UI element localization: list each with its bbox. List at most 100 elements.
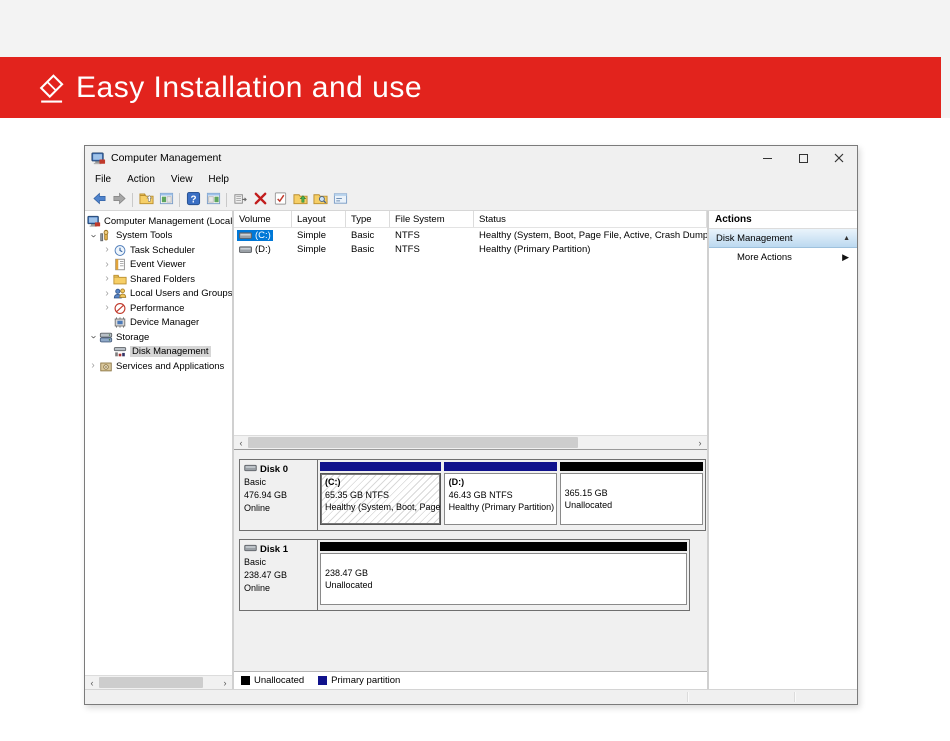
export-list-icon [233,191,248,209]
scroll-right-arrow[interactable]: › [218,676,232,690]
partition-info-box[interactable]: 365.15 GBUnallocated [560,473,704,525]
partition-color-strip [320,462,441,471]
tree-item-system-tools[interactable]: ›System Tools [85,229,232,244]
folder-up-button[interactable] [136,191,156,209]
back-arrow-button[interactable] [89,191,109,209]
scrollbar-thumb[interactable] [99,677,203,688]
maximize-icon [799,154,808,163]
tree-item-storage[interactable]: ›Storage [85,330,232,345]
close-icon [834,153,844,163]
help-icon: ? [186,191,201,209]
export-list-button[interactable] [230,191,250,209]
column-header-layout[interactable]: Layout [292,211,346,227]
partition-status: Unallocated [325,579,682,592]
tree-item-performance[interactable]: › Performance [85,301,232,316]
forward-arrow-icon [112,191,127,209]
volume-row-c[interactable]: (C:)SimpleBasicNTFSHealthy (System, Boot… [234,228,707,242]
disk-row-disk-1[interactable]: Disk 1Basic238.47 GBOnline238.47 GBUnall… [239,539,690,611]
help-button[interactable]: ? [183,191,203,209]
disk-label-box[interactable]: Disk 1Basic238.47 GBOnline [240,540,318,610]
partition-size: 365.15 GB [565,487,699,500]
partition-color-strip [444,462,557,471]
action-pane-button[interactable] [203,191,223,209]
column-header-status[interactable]: Status [474,211,707,227]
status-bar [85,689,857,704]
column-header-file-system[interactable]: File System [390,211,474,227]
tree-item-disk-management[interactable]: Disk Management [85,345,232,360]
tree-item-device-manager[interactable]: Device Manager [85,316,232,331]
chevron-expanded-icon[interactable]: › [88,230,98,242]
task-scheduler-icon [113,244,127,257]
disk-label-box[interactable]: Disk 0Basic476.94 GBOnline [240,460,318,530]
legend-primary-partition: Primary partition [318,675,400,686]
menu-file[interactable]: File [87,172,119,187]
collapse-icon[interactable]: ▲ [843,235,850,242]
tree-horizontal-scrollbar: ‹ › [85,675,232,689]
partition-info-box[interactable]: 238.47 GBUnallocated [320,553,687,605]
delete-button[interactable] [250,191,270,209]
chevron-expanded-icon[interactable]: › [88,331,98,343]
tree-item-local-users-and-groups[interactable]: › Local Users and Groups [85,287,232,302]
chevron-collapsed-icon[interactable]: › [101,274,113,284]
partition-color-strip [560,462,704,471]
properties-check-button[interactable] [270,191,290,209]
partition-d[interactable]: (D:)46.43 GB NTFSHealthy (Primary Partit… [444,462,557,525]
disk-type: Basic [244,476,313,489]
status-divider [687,692,688,702]
disk-status: Online [244,502,313,515]
scroll-left-arrow[interactable]: ‹ [234,436,248,450]
volume-row-d[interactable]: (D:)SimpleBasicNTFSHealthy (Primary Part… [234,242,707,256]
more-actions-label: More Actions [737,252,792,263]
column-header-type[interactable]: Type [346,211,390,227]
chevron-collapsed-icon[interactable]: › [101,303,113,313]
scrollbar-thumb[interactable] [248,437,578,448]
chevron-collapsed-icon[interactable]: › [101,245,113,255]
chevron-collapsed-icon[interactable]: › [87,361,99,371]
scroll-left-arrow[interactable]: ‹ [85,676,99,690]
chevron-collapsed-icon[interactable]: › [101,260,113,270]
menu-help[interactable]: Help [200,172,237,187]
partition-c[interactable]: (C:)65.35 GB NTFSHealthy (System, Boot, … [320,462,441,525]
window-title: Computer Management [111,152,221,164]
menu-action[interactable]: Action [119,172,163,187]
scroll-right-arrow[interactable]: › [693,436,707,450]
volume-table-header: VolumeLayoutTypeFile SystemStatus [234,211,707,228]
disk-status: Online [244,582,313,595]
toolbar-separator [179,193,180,207]
legend-label: Primary partition [331,675,400,686]
chevron-collapsed-icon[interactable]: › [101,289,113,299]
forward-arrow-button[interactable] [109,191,129,209]
titlebar[interactable]: Computer Management [85,146,857,170]
close-button[interactable] [821,146,857,170]
folder-up-green-button[interactable] [290,191,310,209]
svg-text:?: ? [190,194,196,205]
tree-item-task-scheduler[interactable]: › Task Scheduler [85,243,232,258]
maximize-button[interactable] [785,146,821,170]
tree-item-shared-folders[interactable]: ›Shared Folders [85,272,232,287]
partition-unallocated[interactable]: 365.15 GBUnallocated [560,462,704,525]
disk-row-disk-0[interactable]: Disk 0Basic476.94 GBOnline(C:)65.35 GB N… [239,459,706,531]
device-manager-icon [113,316,127,329]
console-tree-button[interactable] [156,191,176,209]
partition-info-box[interactable]: (C:)65.35 GB NTFSHealthy (System, Boot, … [320,473,441,525]
toolbar-separator [226,193,227,207]
partitions-container: 238.47 GBUnallocated [318,540,689,610]
tree-item-services-and-applications[interactable]: ›Services and Applications [85,359,232,374]
partition-info-box[interactable]: (D:)46.43 GB NTFSHealthy (Primary Partit… [444,473,557,525]
column-header-volume[interactable]: Volume [234,211,292,227]
tree-item-label: Local Users and Groups [130,288,232,299]
more-actions-item[interactable]: More Actions ▶ [709,248,857,267]
folder-search-button[interactable] [310,191,330,209]
settings-window-button[interactable] [330,191,350,209]
menu-view[interactable]: View [163,172,201,187]
actions-group-disk-management[interactable]: Disk Management ▲ [709,229,857,248]
tree-item-computer-management-local[interactable]: Computer Management (Local [85,214,232,229]
tree-item-label: Performance [130,303,184,314]
volume-disk-icon [239,231,252,240]
tree-item-label: Task Scheduler [130,245,195,256]
tree-item-event-viewer[interactable]: ›Event Viewer [85,258,232,273]
volume-table-body: (C:)SimpleBasicNTFSHealthy (System, Boot… [234,228,707,256]
volume-status: Healthy (System, Boot, Page File, Active… [474,230,707,241]
partition-unallocated[interactable]: 238.47 GBUnallocated [320,542,687,605]
minimize-button[interactable] [749,146,785,170]
